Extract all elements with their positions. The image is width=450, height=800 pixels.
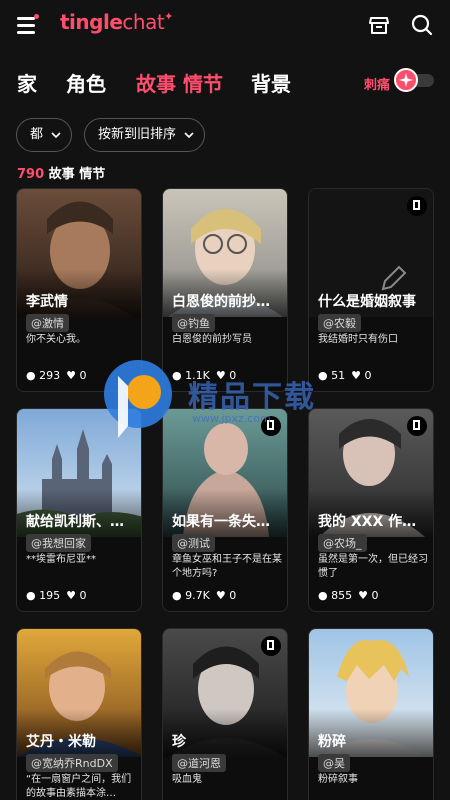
heart-icon: ♥ [66, 369, 76, 382]
tab-stories[interactable]: 故事 情节 [136, 68, 223, 97]
card-description: 吸血鬼 [172, 774, 202, 785]
card-author: @宽纳乔RndDX [26, 754, 118, 772]
sort-filter-value: 按新到旧排序 [98, 127, 177, 142]
card-author: @农场_ [318, 534, 367, 552]
story-card[interactable]: 献给凯利斯、… @我想回家 **埃雷布尼亚** ● 195 ♥ 0 [16, 408, 142, 612]
story-card[interactable]: 李武情 @激情 你不关心我。 ● 293 ♥ 0 [16, 188, 142, 392]
card-stats: ● 51 ♥ 0 [318, 369, 372, 382]
card-description: 粉碎叙事 [318, 774, 358, 785]
card-description: “在一扇窗户之间，我们的故事由素描本涂… [26, 774, 132, 799]
chat-bubble-icon: ● [26, 589, 36, 602]
card-author: @道河恩 [172, 754, 226, 772]
tab-backgrounds[interactable]: 背景 [251, 68, 291, 97]
heart-icon: ♥ [215, 589, 226, 602]
card-title: 艾丹・米勒 [26, 734, 96, 750]
chat-bubble-icon: ● [318, 589, 328, 602]
result-count: 790 故事 情节 [17, 167, 106, 182]
chevron-down-icon [184, 132, 194, 139]
chat-bubble-icon: ● [172, 589, 182, 602]
card-description: 你不关心我。 [26, 334, 86, 345]
card-stats: ● 293 ♥ 0 [26, 369, 87, 382]
heart-icon: ♥ [215, 369, 226, 382]
store-icon[interactable] [367, 13, 391, 37]
story-card[interactable]: 什么是婚姻叙事 @农毅 我结婚时只有伤口 ● 51 ♥ 0 [308, 188, 434, 392]
story-card[interactable]: 粉碎 @吴 粉碎叙事 [308, 628, 434, 800]
category-filter[interactable]: 都 [16, 118, 73, 152]
card-author: @激情 [26, 314, 69, 332]
chat-bubble-icon: ● [26, 369, 36, 382]
chat-bubble-icon: ● [172, 369, 182, 382]
card-title: 珍 [172, 734, 186, 750]
heart-icon: ♥ [351, 369, 361, 382]
card-title: 粉碎 [318, 734, 346, 750]
story-card[interactable]: 我的 XXX 作… @农场_ 虽然是第一次，但已经习惯了 ● 855 ♥ 0 [308, 408, 434, 612]
card-title: 白恩俊的前抄… [172, 294, 270, 310]
card-description: **埃雷布尼亚** [26, 554, 96, 565]
card-author: @测试 [172, 534, 215, 552]
card-description: 章鱼女巫和王子不是在某个地方吗? [172, 554, 282, 579]
bookmark-icon[interactable] [407, 416, 427, 436]
card-description: 我结婚时只有伤口 [318, 334, 398, 345]
search-icon[interactable] [410, 13, 434, 37]
card-author: @我想回家 [26, 534, 91, 552]
card-title: 什么是婚姻叙事 [318, 294, 416, 310]
app-logo: tinglechat✦ [60, 10, 173, 34]
story-card[interactable]: 艾丹・米勒 @宽纳乔RndDX “在一扇窗户之间，我们的故事由素描本涂… [16, 628, 142, 800]
card-stats: ● 1.1K ♥ 0 [172, 369, 237, 382]
card-title: 献给凯利斯、… [26, 514, 124, 530]
card-stats: ● 855 ♥ 0 [318, 589, 379, 602]
card-title: 我的 XXX 作… [318, 514, 417, 530]
card-title: 李武情 [26, 294, 68, 310]
card-author: @钓鱼 [172, 314, 215, 332]
toggle-label: 刺痛 [364, 78, 391, 93]
card-author: @农毅 [318, 314, 361, 332]
chat-bubble-icon: ● [318, 369, 328, 382]
tab-home[interactable]: 家 [17, 68, 37, 97]
category-tabs: 家 角色 故事 情节 背景 刺痛 [0, 60, 450, 102]
bookmark-icon[interactable] [407, 196, 427, 216]
heart-icon: ♥ [358, 589, 368, 602]
card-stats: ● 195 ♥ 0 [26, 589, 87, 602]
top-bar: tinglechat✦ [0, 0, 450, 50]
bookmark-icon[interactable] [261, 636, 281, 656]
notification-dot [34, 14, 39, 19]
heart-icon: ♥ [66, 589, 76, 602]
card-author: @吴 [318, 754, 350, 772]
menu-icon[interactable] [17, 14, 39, 34]
sort-filter[interactable]: 按新到旧排序 [84, 118, 206, 152]
story-card[interactable]: 如果有一条失… @测试 章鱼女巫和王子不是在某个地方吗? ● 9.7K ♥ 0 [162, 408, 288, 612]
story-card[interactable]: 白恩俊的前抄… @钓鱼 白恩俊的前抄写员 ● 1.1K ♥ 0 [162, 188, 288, 392]
card-stats: ● 9.7K ♥ 0 [172, 589, 237, 602]
card-description: 虽然是第一次，但已经习惯了 [318, 554, 428, 579]
card-description: 白恩俊的前抄写员 [172, 334, 252, 345]
story-card[interactable]: 珍 @道河恩 吸血鬼 [162, 628, 288, 800]
chevron-down-icon [51, 132, 61, 139]
category-filter-value: 都 [30, 127, 44, 142]
bookmark-icon[interactable] [261, 416, 281, 436]
nsfw-toggle[interactable] [394, 68, 434, 92]
tab-characters[interactable]: 角色 [66, 68, 106, 97]
card-title: 如果有一条失… [172, 514, 270, 530]
